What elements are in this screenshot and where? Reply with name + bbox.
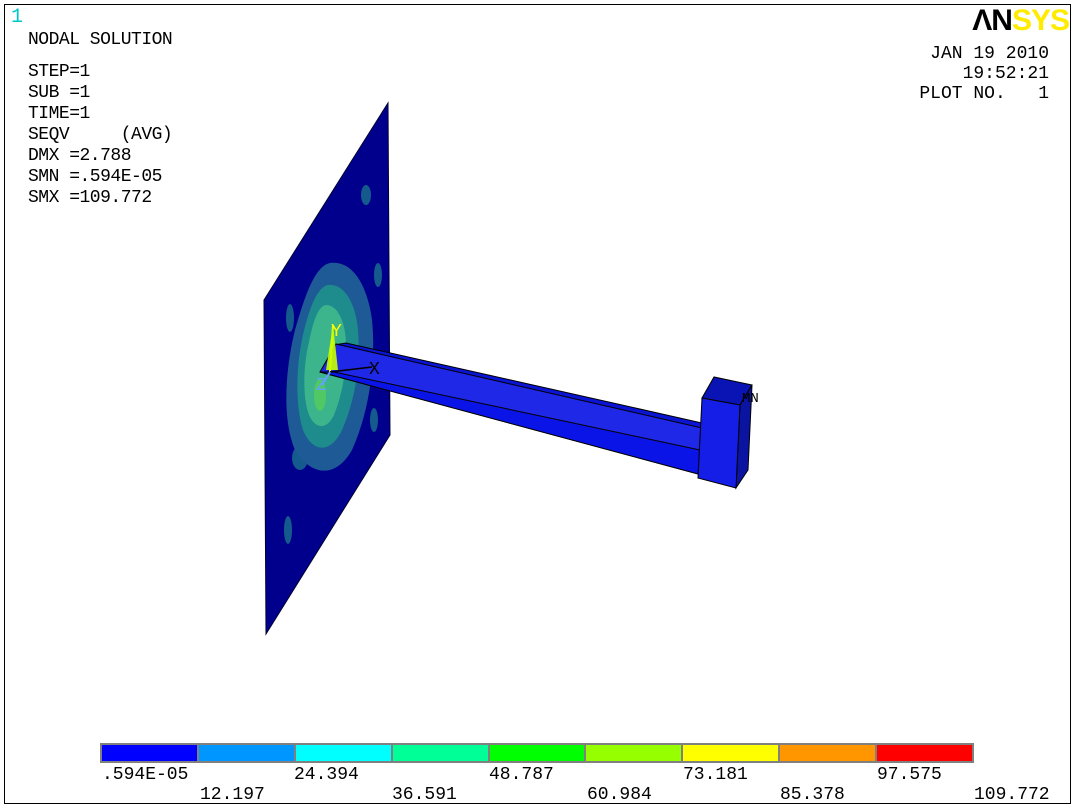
legend-band — [586, 745, 684, 761]
legend-band — [780, 745, 878, 761]
legend-label-bottom: 85.378 — [780, 785, 845, 805]
stress-hotspot — [374, 263, 382, 287]
legend-label-top: .594E-05 — [102, 765, 189, 785]
legend-label-bottom: 60.984 — [587, 785, 652, 805]
stress-hotspot — [286, 304, 294, 332]
stress-hotspot — [284, 516, 292, 544]
legend-label-top: 48.787 — [489, 765, 554, 785]
model-viewport[interactable]: Y X Z MN — [0, 0, 1077, 810]
legend-label-bottom: 109.772 — [974, 785, 1050, 805]
contour-legend-bar — [100, 743, 974, 763]
legend-label-bottom: 12.197 — [200, 785, 265, 805]
legend-band — [877, 745, 973, 761]
stress-hotspot — [361, 185, 371, 205]
legend-label-top: 24.394 — [294, 765, 359, 785]
legend-label-top: 97.575 — [877, 765, 942, 785]
end-block-front — [697, 397, 741, 489]
legend-band — [295, 745, 393, 761]
stress-hotspot — [370, 408, 378, 432]
legend-band — [198, 745, 296, 761]
legend-label-top: 73.181 — [683, 765, 748, 785]
axis-y-label: Y — [331, 322, 342, 342]
axis-x-label: X — [369, 360, 380, 380]
min-marker-label: MN — [742, 391, 759, 407]
legend-band — [489, 745, 587, 761]
legend-band — [392, 745, 490, 761]
axis-z-label: Z — [316, 376, 327, 396]
legend-band — [102, 745, 199, 761]
legend-label-bottom: 36.591 — [392, 785, 457, 805]
legend-band — [683, 745, 781, 761]
